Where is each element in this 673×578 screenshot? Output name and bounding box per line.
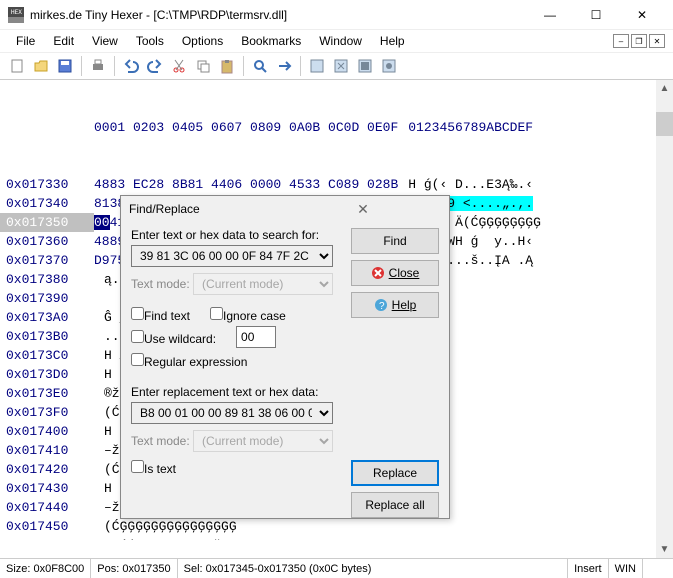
- menu-edit[interactable]: Edit: [45, 32, 82, 50]
- ignore-case-checkbox[interactable]: [210, 307, 223, 320]
- offset: 0x017390: [0, 289, 94, 308]
- replace-input[interactable]: B8 00 01 00 00 89 81 38 06 00 00 90: [131, 402, 333, 424]
- status-size: Size: 0x0F8C00: [0, 559, 91, 578]
- hex-bytes[interactable]: 4883 EC28 8B81 4406 0000 4533 C089 028B: [94, 175, 398, 194]
- textmode-label: Text mode:: [131, 277, 190, 291]
- help-icon: ?: [374, 298, 388, 312]
- offset: 0x017370: [0, 251, 94, 270]
- find-button[interactable]: Find: [351, 228, 439, 254]
- menubar: File Edit View Tools Options Bookmarks W…: [0, 30, 673, 52]
- is-text-checkbox[interactable]: [131, 460, 144, 473]
- replace-all-button[interactable]: Replace all: [351, 492, 439, 518]
- menu-bookmarks[interactable]: Bookmarks: [233, 32, 309, 50]
- scroll-down-icon[interactable]: ▼: [656, 541, 673, 558]
- textmode-select: (Current mode): [193, 273, 333, 295]
- new-icon[interactable]: [6, 55, 28, 77]
- find-text-checkbox[interactable]: [131, 307, 144, 320]
- wildcard-input[interactable]: [236, 326, 276, 348]
- status-sel: Sel: 0x017345-0x017350 (0x0C bytes): [178, 559, 568, 578]
- ascii-header: 0123456789ABCDEF: [408, 118, 533, 137]
- tool2-icon[interactable]: [330, 55, 352, 77]
- offset: 0x0173E0: [0, 384, 94, 403]
- tool4-icon[interactable]: [378, 55, 400, 77]
- ascii-bytes[interactable]: H ǵ(‹ D...E3Ą‰.‹: [408, 175, 533, 194]
- statusbar: Size: 0x0F8C00 Pos: 0x017350 Sel: 0x0173…: [0, 558, 673, 578]
- regex-checkbox[interactable]: [131, 353, 144, 366]
- menu-tools[interactable]: Tools: [128, 32, 172, 50]
- find-replace-dialog: Find/Replace ✕ Enter text or hex data to…: [120, 195, 450, 519]
- replace-button[interactable]: Replace: [351, 460, 439, 486]
- svg-text:?: ?: [379, 301, 385, 312]
- status-insert: Insert: [568, 559, 609, 578]
- dialog-title: Find/Replace: [129, 202, 285, 216]
- offset: 0x0173D0: [0, 365, 94, 384]
- offset: 0x017360: [0, 232, 94, 251]
- mdi-close-button[interactable]: ✕: [649, 34, 665, 48]
- minimize-button[interactable]: —: [527, 0, 573, 30]
- hex-row[interactable]: 0x017460 H ǵ(D‹B.A¹....čĄ: [0, 536, 673, 540]
- status-pos: Pos: 0x017350: [91, 559, 177, 578]
- mdi-minimize-button[interactable]: –: [613, 34, 629, 48]
- status-win: WIN: [609, 559, 643, 578]
- vertical-scrollbar[interactable]: ▲ ▼: [656, 80, 673, 558]
- offset: 0x0173A0: [0, 308, 94, 327]
- replace-textmode-select: (Current mode): [193, 430, 333, 452]
- tool1-icon[interactable]: [306, 55, 328, 77]
- offset: 0x017440: [0, 498, 94, 517]
- hex-row[interactable]: 0x0173304883 EC28 8B81 4406 0000 4533 C0…: [0, 175, 673, 194]
- offset: 0x017340: [0, 194, 94, 213]
- maximize-button[interactable]: ☐: [573, 0, 619, 30]
- offset: 0x017330: [0, 175, 94, 194]
- search-label: Enter text or hex data to search for:: [131, 228, 341, 242]
- menu-window[interactable]: Window: [311, 32, 370, 50]
- undo-icon[interactable]: [120, 55, 142, 77]
- offset: 0x017430: [0, 479, 94, 498]
- find-icon[interactable]: [249, 55, 271, 77]
- menu-options[interactable]: Options: [174, 32, 231, 50]
- close-button-dialog[interactable]: Close: [351, 260, 439, 286]
- print-icon[interactable]: [87, 55, 109, 77]
- menu-help[interactable]: Help: [372, 32, 413, 50]
- save-icon[interactable]: [54, 55, 76, 77]
- offset: 0x017410: [0, 441, 94, 460]
- open-icon[interactable]: [30, 55, 52, 77]
- offset: 0x017420: [0, 460, 94, 479]
- help-button[interactable]: ?Help: [351, 292, 439, 318]
- tool3-icon[interactable]: [354, 55, 376, 77]
- ascii-bytes[interactable]: H ǵ(D‹B.A¹....čĄ: [104, 536, 229, 540]
- offset: 0x0173F0: [0, 403, 94, 422]
- toolbar: [0, 52, 673, 80]
- offset: 0x017400: [0, 422, 94, 441]
- search-input[interactable]: 39 81 3C 06 00 00 0F 84 7F 2C 01 00: [131, 245, 333, 267]
- scroll-up-icon[interactable]: ▲: [656, 80, 673, 97]
- replace-label: Enter replacement text or hex data:: [131, 385, 341, 399]
- scroll-thumb[interactable]: [656, 112, 673, 136]
- offset: 0x017350: [0, 213, 94, 232]
- app-icon: HEX: [8, 7, 24, 23]
- copy-icon[interactable]: [192, 55, 214, 77]
- paste-icon[interactable]: [216, 55, 238, 77]
- hex-header: 0001 0203 0405 0607 0809 0A0B 0C0D 0E0F: [94, 118, 398, 137]
- window-title: mirkes.de Tiny Hexer - [C:\TMP\RDP\terms…: [30, 8, 527, 22]
- titlebar: HEX mirkes.de Tiny Hexer - [C:\TMP\RDP\t…: [0, 0, 673, 30]
- svg-text:HEX: HEX: [11, 9, 22, 16]
- offset: 0x0173C0: [0, 346, 94, 365]
- close-icon: [371, 266, 385, 280]
- redo-icon[interactable]: [144, 55, 166, 77]
- offset: 0x017380: [0, 270, 94, 289]
- menu-view[interactable]: View: [84, 32, 126, 50]
- offset: 0x0173B0: [0, 327, 94, 346]
- dialog-close-icon[interactable]: ✕: [285, 201, 441, 218]
- close-button[interactable]: ✕: [619, 0, 665, 30]
- wildcard-checkbox[interactable]: [131, 330, 144, 343]
- menu-file[interactable]: File: [8, 32, 43, 50]
- offset: 0x017450: [0, 517, 94, 536]
- goto-icon[interactable]: [273, 55, 295, 77]
- mdi-restore-button[interactable]: ❐: [631, 34, 647, 48]
- offset: 0x017460: [0, 536, 94, 540]
- cut-icon[interactable]: [168, 55, 190, 77]
